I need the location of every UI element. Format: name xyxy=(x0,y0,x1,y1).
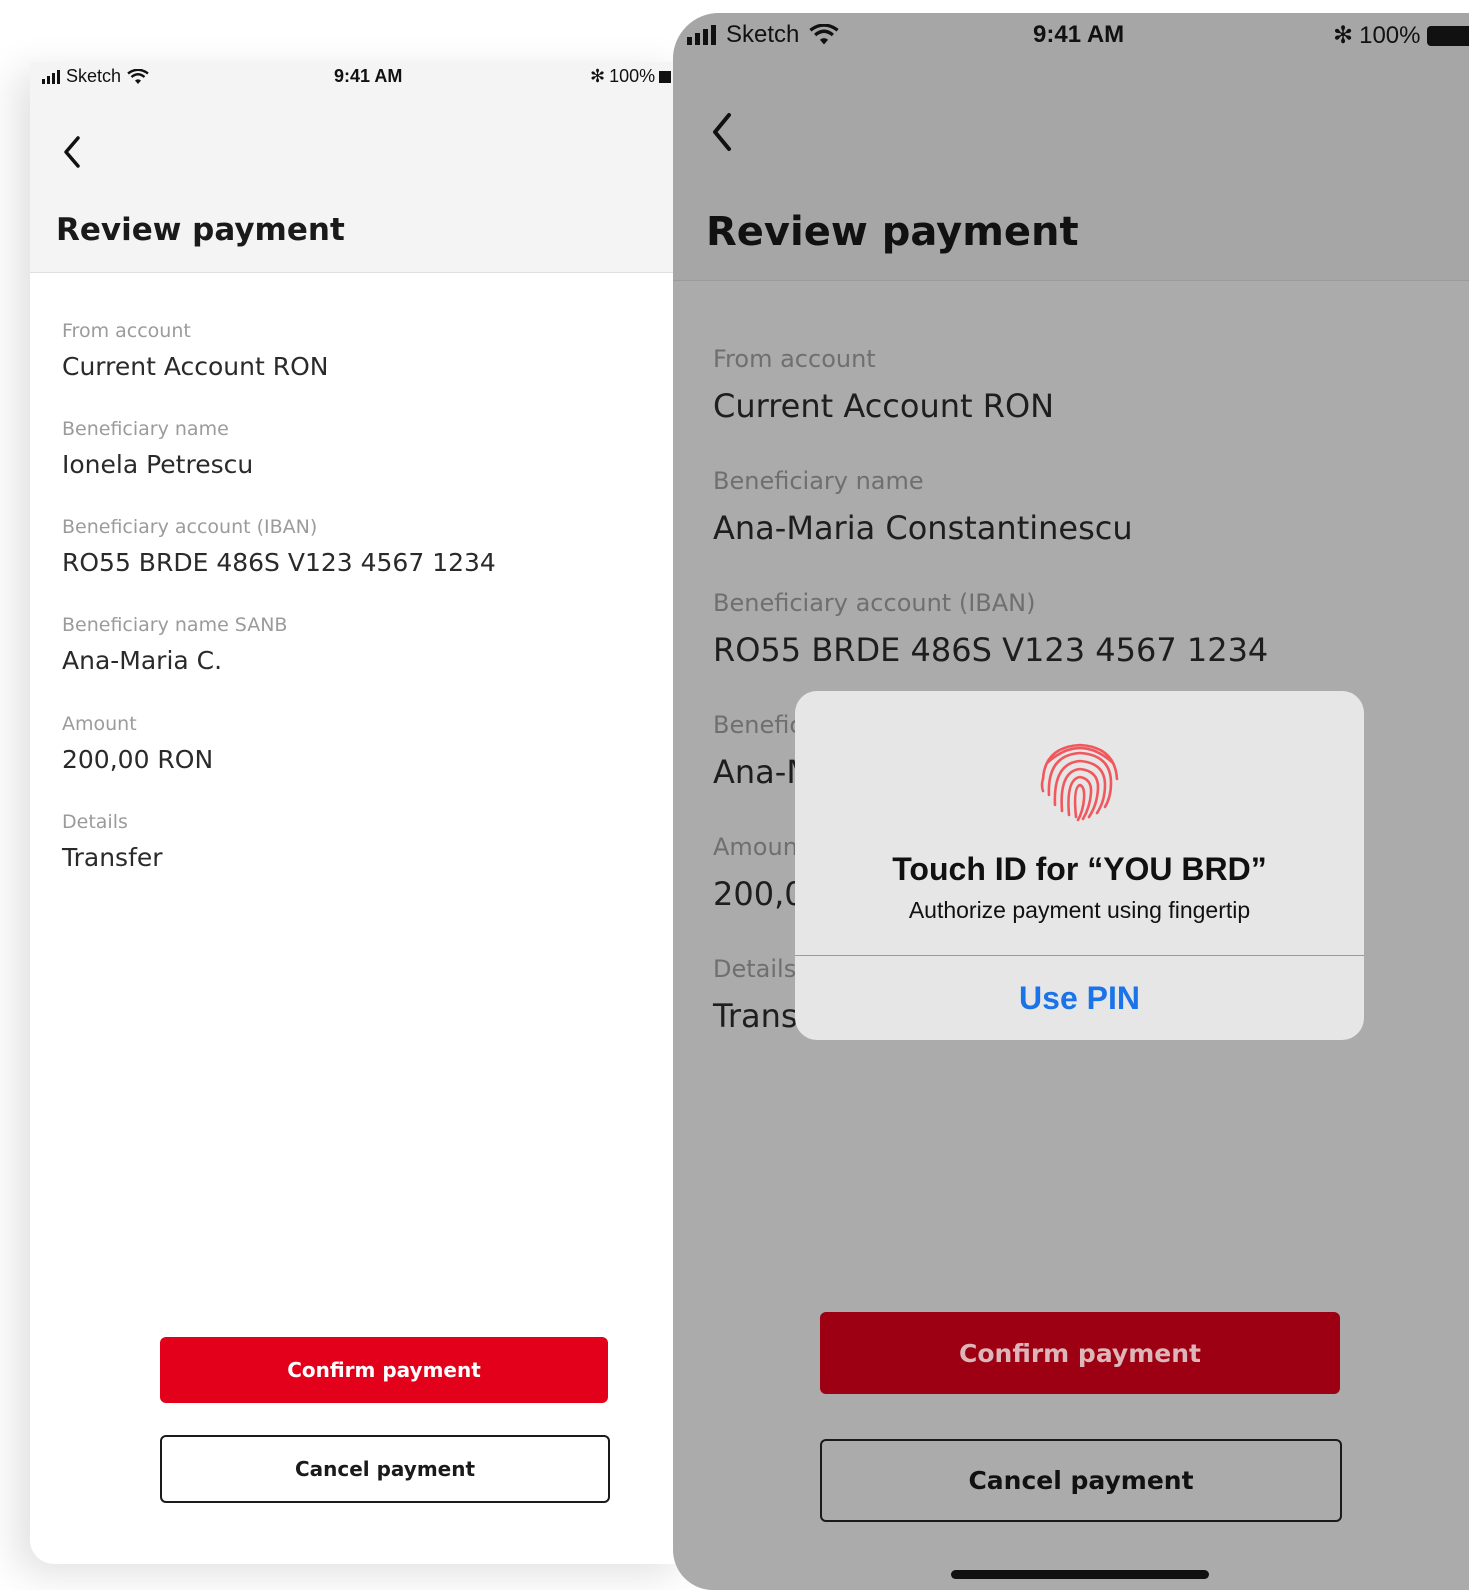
field-label: From account xyxy=(713,345,876,373)
field-beneficiary-iban: Beneficiary account (IBAN) RO55 BRDE 486… xyxy=(62,516,496,577)
header: Sketch 9:41 AM ✻ 100% Review payment xyxy=(673,13,1469,281)
status-bar-carrier: Sketch xyxy=(42,66,149,87)
field-label: Amount xyxy=(62,713,137,735)
field-label: Details xyxy=(62,811,128,833)
field-value: RO55 BRDE 486S V123 4567 1234 xyxy=(62,548,496,577)
field-value: Trans. xyxy=(713,997,808,1035)
touch-id-dialog: Touch ID for “YOU BRD” Authorize payment… xyxy=(795,691,1364,1040)
field-value: Ana-Maria C. xyxy=(62,646,223,675)
home-indicator xyxy=(951,1570,1209,1579)
field-label: Beneficiary name SANB xyxy=(62,614,288,636)
status-bar-battery: ✻ 100% xyxy=(1333,21,1469,50)
battery-icon xyxy=(1426,25,1469,46)
field-label: From account xyxy=(62,320,191,342)
wifi-icon xyxy=(809,24,839,45)
carrier-label: Sketch xyxy=(66,66,122,86)
battery-label: 100% xyxy=(609,66,656,86)
left-phone-screen: Sketch 9:41 AM ✻ 100% Review payment Fro… xyxy=(30,62,690,1564)
cancel-payment-button[interactable]: Cancel payment xyxy=(820,1439,1342,1522)
field-label: Beneficiary account (IBAN) xyxy=(713,589,1036,617)
carrier-label: Sketch xyxy=(726,21,800,48)
fingerprint-icon xyxy=(1040,743,1119,822)
field-beneficiary-name: Beneficiary name Ana-Maria Constantinesc… xyxy=(713,467,1133,547)
field-label: Details xyxy=(713,955,797,983)
field-label: Beneficiary account (IBAN) xyxy=(62,516,318,538)
bluetooth-icon: ✻ xyxy=(590,66,606,86)
field-amount: Amount 200,00 RON xyxy=(62,713,213,774)
field-value: Current Account RON xyxy=(713,387,1055,425)
status-bar-battery: ✻ 100% xyxy=(590,66,672,87)
dialog-title: Touch ID for “YOU BRD” xyxy=(892,851,1267,887)
field-details: Details Transfer xyxy=(62,811,163,872)
cancel-payment-button[interactable]: Cancel payment xyxy=(160,1435,610,1503)
signal-icon xyxy=(42,69,60,84)
confirm-payment-button[interactable]: Confirm payment xyxy=(160,1337,608,1403)
use-pin-button[interactable]: Use PIN xyxy=(795,956,1364,1040)
field-value: RO55 BRDE 486S V123 4567 1234 xyxy=(713,631,1269,669)
battery-icon xyxy=(659,70,672,83)
header: Sketch 9:41 AM ✻ 100% Review payment xyxy=(30,62,690,273)
back-chevron-icon[interactable] xyxy=(707,109,739,155)
status-bar-time: 9:41 AM xyxy=(1033,21,1125,48)
back-chevron-icon[interactable] xyxy=(58,132,88,172)
field-label: Amoun xyxy=(713,833,798,861)
field-value: Ana-Maria Constantinescu xyxy=(713,509,1133,547)
status-bar-carrier: Sketch xyxy=(687,21,839,49)
field-from-account: From account Current Account RON xyxy=(62,320,328,381)
field-value: 200,0 xyxy=(713,875,805,913)
field-beneficiary-iban: Beneficiary account (IBAN) RO55 BRDE 486… xyxy=(713,589,1268,669)
field-label: Beneficiary name xyxy=(713,467,924,495)
dialog-subtitle: Authorize payment using fingertip xyxy=(908,897,1251,923)
page-title: Review payment xyxy=(56,212,345,248)
field-from-account: From account Current Account RON xyxy=(713,345,1054,425)
wifi-icon xyxy=(127,68,149,84)
field-beneficiary-name: Beneficiary name Ionela Petrescu xyxy=(62,418,253,479)
battery-label: 100% xyxy=(1359,21,1421,49)
confirm-payment-button[interactable]: Confirm payment xyxy=(820,1312,1340,1394)
field-value: Transfer xyxy=(62,843,163,872)
field-value: 200,00 RON xyxy=(62,745,214,774)
field-value: Current Account RON xyxy=(62,352,329,381)
field-beneficiary-name-sanb: Beneficiary name SANB Ana-Maria C. xyxy=(62,614,287,675)
field-amount: Amoun 200,0 xyxy=(713,833,805,913)
field-details: Details Trans. xyxy=(713,955,808,1035)
field-label: Beneficiary name xyxy=(62,418,229,440)
signal-icon xyxy=(687,25,716,45)
field-value: Ionela Petrescu xyxy=(62,450,254,479)
status-bar-time: 9:41 AM xyxy=(334,66,403,86)
page-title: Review payment xyxy=(706,209,1079,255)
bluetooth-icon: ✻ xyxy=(1333,22,1354,49)
